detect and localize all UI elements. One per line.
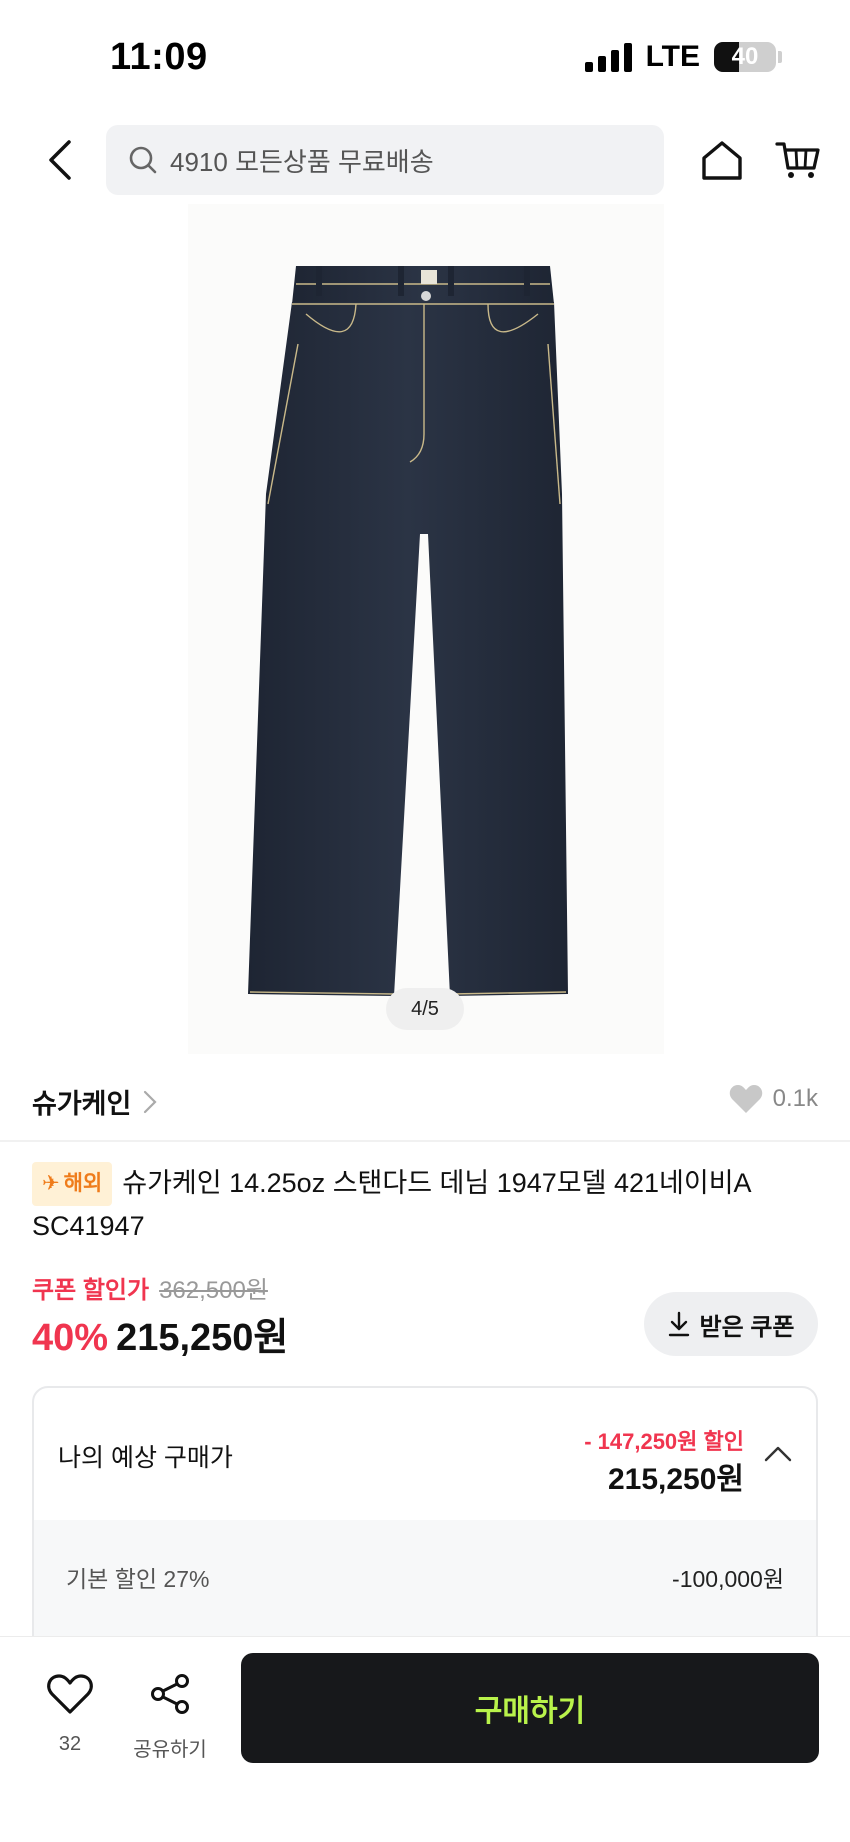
buy-button[interactable]: 구매하기 bbox=[241, 1653, 819, 1763]
chevron-left-icon bbox=[49, 140, 71, 180]
collapse-toggle[interactable] bbox=[758, 1434, 798, 1474]
brand-link[interactable]: 슈가케인 bbox=[32, 1082, 157, 1121]
original-price: 362,500원 bbox=[159, 1277, 268, 1304]
cart-button[interactable] bbox=[766, 128, 830, 192]
estimated-price-label: 나의 예상 구매가 bbox=[58, 1444, 233, 1472]
bottom-action-bar: 32 공유하기 구매하기 bbox=[0, 1636, 850, 1842]
share-button[interactable]: 공유하기 bbox=[130, 1673, 210, 1762]
brand-like[interactable]: 0.1k bbox=[729, 1084, 818, 1114]
search-icon bbox=[129, 146, 157, 174]
image-counter: 4/5 bbox=[386, 988, 464, 1030]
coupon-price-row: 쿠폰 할인가 362,500원 bbox=[32, 1270, 268, 1305]
search-placeholder: 4910 모든상품 무료배송 bbox=[170, 146, 434, 177]
share-icon bbox=[151, 1674, 189, 1714]
discount-rate: 40% bbox=[32, 1317, 109, 1359]
airplane-icon: ✈ bbox=[42, 1172, 60, 1195]
like-count: 0.1k bbox=[772, 1085, 818, 1112]
divider bbox=[0, 1140, 850, 1142]
discount-line-label: 기본 할인 27% bbox=[66, 1566, 210, 1592]
search-input[interactable]: 4910 모든상품 무료배송 bbox=[106, 125, 664, 195]
back-button[interactable] bbox=[30, 130, 90, 190]
sale-price-row: 40% 215,250원 bbox=[32, 1306, 288, 1361]
download-icon bbox=[668, 1311, 689, 1337]
status-indicators: LTE 40 bbox=[584, 40, 782, 74]
wish-count: 32 bbox=[58, 1733, 82, 1755]
brand-name: 슈가케인 bbox=[32, 1089, 132, 1119]
discount-line-value: -100,000원 bbox=[672, 1566, 784, 1592]
product-image[interactable] bbox=[188, 204, 664, 1054]
share-label: 공유하기 bbox=[133, 1739, 207, 1761]
battery-icon: 40 bbox=[714, 42, 782, 72]
discount-line: 기본 할인 27% -100,000원 bbox=[66, 1560, 784, 1594]
jeans-image bbox=[248, 266, 568, 996]
coupon-button[interactable]: 받은 쿠폰 bbox=[644, 1292, 818, 1356]
home-button[interactable] bbox=[690, 128, 754, 192]
heart-icon bbox=[729, 1085, 762, 1113]
top-navigation: 4910 모든상품 무료배송 bbox=[0, 120, 850, 200]
product-title: ✈ 해외 슈가케인 14.25oz 스탠다드 데님 1947모델 421네이비A … bbox=[32, 1162, 822, 1246]
product-title-text: 슈가케인 14.25oz 스탠다드 데님 1947모델 421네이비A SC41… bbox=[32, 1168, 751, 1241]
status-time: 11:09 bbox=[110, 36, 208, 78]
cart-icon bbox=[775, 142, 820, 178]
battery-level: 40 bbox=[731, 43, 759, 70]
wish-button[interactable]: 32 bbox=[30, 1673, 110, 1756]
overseas-badge-label: 해외 bbox=[63, 1172, 103, 1195]
network-label: LTE bbox=[645, 40, 700, 73]
estimated-price-header[interactable]: 나의 예상 구매가 - 147,250원 할인 215,250원 bbox=[34, 1388, 816, 1520]
heart-outline-icon bbox=[47, 1674, 93, 1714]
estimated-price: 215,250원 bbox=[607, 1463, 744, 1496]
signal-icon bbox=[584, 42, 632, 72]
coupon-button-label: 받은 쿠폰 bbox=[699, 1313, 795, 1341]
chevron-right-icon bbox=[144, 1090, 157, 1113]
sale-price: 215,250원 bbox=[116, 1317, 289, 1359]
overseas-badge: ✈ 해외 bbox=[32, 1162, 113, 1206]
home-icon bbox=[702, 141, 742, 180]
status-bar: 11:09 LTE 40 bbox=[0, 0, 850, 110]
brand-row: 슈가케인 0.1k bbox=[0, 1070, 850, 1140]
buy-button-label: 구매하기 bbox=[474, 1695, 586, 1728]
chevron-up-icon bbox=[764, 1446, 792, 1462]
coupon-price-label: 쿠폰 할인가 bbox=[32, 1277, 150, 1304]
estimated-discount: - 147,250원 할인 bbox=[584, 1429, 744, 1454]
